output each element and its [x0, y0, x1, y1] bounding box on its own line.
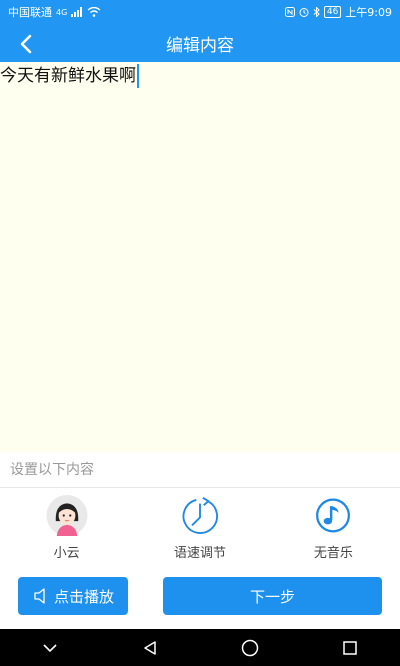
speaker-icon — [34, 588, 45, 604]
system-nav-bar — [0, 629, 400, 666]
carrier-label: 中国联通 — [8, 6, 52, 19]
nfc-icon — [284, 7, 295, 17]
status-bar: 中国联通 4G 46 上午9:09 — [0, 0, 400, 24]
option-speed[interactable]: 语速调节 — [133, 489, 266, 561]
music-note-icon — [316, 498, 351, 533]
circle-home-icon — [241, 639, 259, 656]
avatar-girl-icon — [46, 495, 88, 536]
option-voice-label: 小云 — [53, 546, 80, 561]
status-left: 中国联通 4G — [8, 4, 101, 20]
battery-level: 46 — [323, 6, 342, 18]
alarm-icon — [299, 8, 309, 17]
speed-dial-icon — [182, 496, 218, 534]
nav-recents-button[interactable] — [330, 629, 370, 666]
option-speed-label: 语速调节 — [173, 546, 226, 561]
app-bar: 编辑内容 — [0, 24, 400, 62]
triangle-back-icon — [144, 640, 156, 655]
bluetooth-icon — [313, 7, 320, 17]
network-label: 4G — [56, 7, 68, 17]
next-step-button[interactable]: 下一步 — [163, 577, 382, 615]
nav-collapse-button[interactable] — [30, 629, 70, 666]
page-title: 编辑内容 — [166, 35, 234, 56]
editor-text[interactable]: 今天有新鲜水果啊 — [0, 64, 139, 88]
status-time: 上午9:09 — [345, 6, 392, 19]
play-button[interactable]: 点击播放 — [18, 577, 128, 615]
status-right: 46 上午9:09 — [284, 4, 392, 20]
play-button-label: 点击播放 — [53, 587, 114, 606]
settings-section-label: 设置以下内容 — [0, 452, 400, 488]
option-music-label: 无音乐 — [313, 546, 353, 561]
square-recents-icon — [343, 640, 357, 655]
chevron-down-icon — [43, 643, 57, 652]
signal-icon — [71, 7, 83, 17]
nav-home-button[interactable] — [230, 629, 270, 666]
wifi-icon — [87, 7, 101, 17]
chevron-left-icon — [20, 34, 32, 54]
next-step-label: 下一步 — [249, 587, 295, 606]
nav-back-button[interactable] — [130, 629, 170, 666]
content-editor[interactable]: 今天有新鲜水果啊 — [0, 62, 400, 452]
option-music[interactable]: 无音乐 — [267, 489, 400, 561]
option-voice[interactable]: 小云 — [0, 489, 133, 561]
settings-options: 小云 语速调节 无音乐 — [0, 489, 400, 561]
back-button[interactable] — [12, 30, 40, 58]
